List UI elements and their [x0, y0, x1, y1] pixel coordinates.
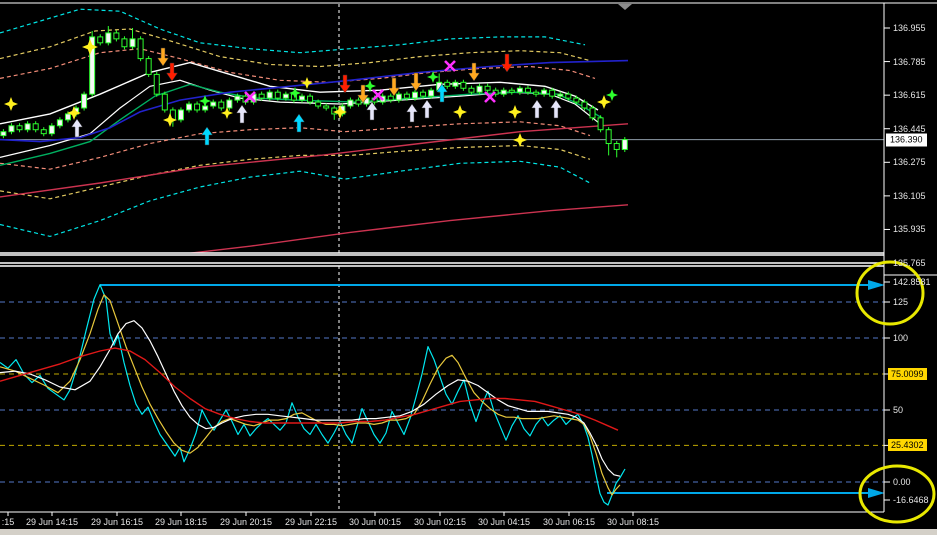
oscillator-axis-label: 125	[893, 297, 909, 307]
price-axis-label: 136.615	[893, 90, 926, 101]
up-arrow-signal-icon	[71, 118, 83, 138]
down-arrow-signal-icon	[410, 72, 422, 92]
lower-band-yellow	[0, 144, 591, 200]
time-axis-label: 30 Jun 00:15	[348, 517, 402, 527]
oscillator-level-badge: 25.4302	[888, 439, 927, 452]
time-axis-label: 29 Jun 22:15	[284, 517, 338, 527]
price-axis-label: 136.785	[893, 56, 926, 67]
signal-level-arrow-icon	[868, 280, 884, 290]
down-arrow-signal-icon	[468, 62, 480, 82]
lower-band-cyan	[0, 160, 591, 238]
up-arrow-signal-icon	[293, 113, 305, 133]
oscillator-axis-label: 0.00	[893, 477, 911, 487]
oscillator-line-fast-cyan	[0, 284, 626, 506]
oscillator-layer[interactable]	[0, 266, 885, 512]
signal-level-arrow-icon	[868, 488, 884, 498]
ma-red-upper	[0, 123, 629, 198]
current-price-badge: 136.390	[886, 133, 927, 147]
oscillator-axis-label: 142.8581	[893, 277, 931, 287]
time-axis-label: 29 Jun 20:15	[219, 517, 273, 527]
star-signal-icon	[508, 105, 522, 119]
oscillator-line-slow-white	[0, 320, 621, 477]
star-signal-icon	[221, 107, 233, 119]
highlight-circle-annotation	[855, 260, 925, 326]
time-axis-label: 30 Jun 06:15	[542, 517, 596, 527]
price-chart-layer[interactable]	[0, 4, 884, 258]
star-signal-icon	[301, 77, 313, 89]
star-signal-icon	[4, 97, 18, 111]
oscillator-line-signal-red	[0, 347, 619, 431]
window-bottom-edge	[0, 529, 937, 535]
time-axis-label: 29 Jun 14:15	[25, 517, 79, 527]
trading-chart-window: 136.955 136.785 136.615 136.445 136.275 136.1…	[0, 0, 937, 535]
time-axis-label: 30 Jun 08:15	[606, 517, 660, 527]
time-axis-label: 30 Jun 04:15	[477, 517, 531, 527]
price-axis-label: 135.935	[893, 224, 926, 235]
oscillator-axis-label: 100	[893, 333, 909, 343]
time-axis-label: :15	[1, 517, 15, 527]
chart-canvas	[0, 2, 937, 524]
down-arrow-signal-icon	[339, 74, 351, 94]
oscillator-line-mid-gold	[0, 294, 621, 496]
star-signal-icon	[513, 133, 527, 147]
star-signal-icon	[597, 95, 611, 109]
up-arrow-signal-icon	[531, 99, 543, 119]
price-axis-label: 136.275	[893, 157, 926, 168]
up-arrow-signal-icon	[406, 103, 418, 123]
price-axis-label: 136.955	[893, 23, 926, 33]
oscillator-level-badge: 75.0099	[888, 367, 927, 380]
up-arrow-signal-icon	[236, 104, 248, 124]
time-axis-label: 30 Jun 02:15	[413, 517, 467, 527]
up-arrow-signal-icon	[366, 101, 378, 121]
x-signal-icon	[372, 89, 384, 101]
star-signal-icon	[82, 39, 98, 55]
panel-separator[interactable]	[0, 253, 937, 266]
up-arrow-signal-icon	[201, 126, 213, 146]
time-axis-label: 29 Jun 16:15	[90, 517, 144, 527]
up-arrow-signal-icon	[550, 99, 562, 119]
last-bar-marker-icon	[618, 4, 632, 10]
down-arrow-signal-icon	[388, 77, 400, 97]
down-arrow-signal-icon	[501, 53, 513, 73]
oscillator-axis-label: -16.6468	[893, 495, 929, 505]
price-axis-label: 136.105	[893, 190, 926, 201]
star-signal-icon	[453, 105, 467, 119]
down-arrow-signal-icon	[157, 47, 169, 67]
up-arrow-signal-icon	[421, 99, 433, 119]
time-axis-label: 29 Jun 18:15	[154, 517, 208, 527]
ma-red-lower	[185, 204, 629, 253]
star-signal-icon	[606, 89, 618, 101]
oscillator-axis-label: 50	[893, 405, 904, 415]
